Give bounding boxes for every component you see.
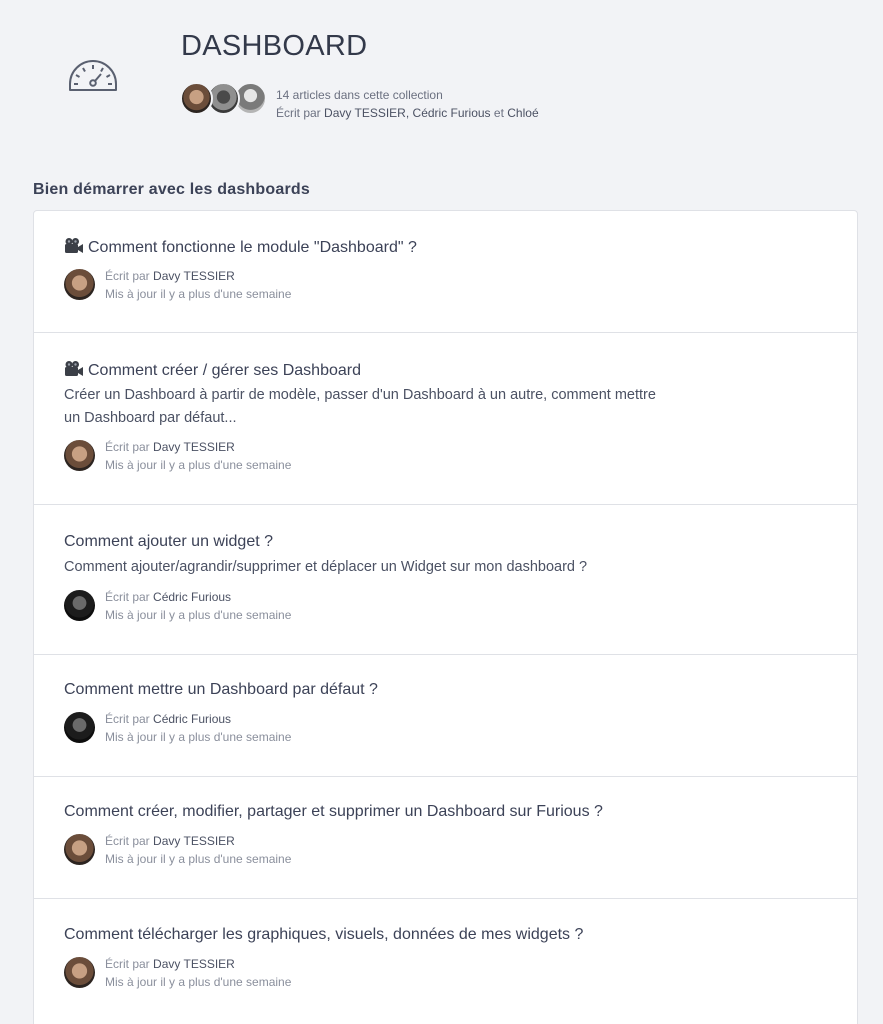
article-description: Créer un Dashboard à partir de modèle, p… (64, 387, 656, 426)
article-title[interactable]: Comment créer, modifier, partager et sup… (64, 803, 603, 821)
article-title[interactable]: Comment créer / gérer ses Dashboard (64, 360, 361, 380)
article-title[interactable]: Comment mettre un Dashboard par défaut ? (64, 681, 378, 699)
authors-avatars (180, 82, 272, 116)
avatar (64, 712, 95, 743)
article-author: Écrit par Cédric Furious Mis à jour il y… (64, 590, 464, 624)
article-description: Comment ajouter/agrandir/supprimer et dé… (64, 559, 588, 575)
article-item[interactable]: Comment ajouter un widget ? Comment ajou… (34, 505, 857, 655)
article-author: Écrit par Davy TESSIER Mis à jour il y a… (64, 957, 464, 991)
video-camera-icon (65, 238, 83, 253)
articles-count: 14 articles dans cette collection (276, 88, 443, 102)
video-camera-icon (65, 361, 83, 376)
article-author: Écrit par Davy TESSIER Mis à jour il y a… (64, 269, 464, 303)
avatar (64, 440, 95, 471)
updated-date: Mis à jour il y a plus d'une semaine (105, 975, 292, 989)
speedometer-icon (69, 60, 117, 91)
article-title[interactable]: Comment télécharger les graphiques, visu… (64, 926, 583, 944)
article-author: Écrit par Davy TESSIER Mis à jour il y a… (64, 834, 464, 868)
updated-date: Mis à jour il y a plus d'une semaine (105, 730, 292, 744)
collection-meta: 14 articles dans cette collection Écrit … (276, 86, 539, 122)
updated-date: Mis à jour il y a plus d'une semaine (105, 852, 292, 866)
updated-date: Mis à jour il y a plus d'une semaine (105, 458, 292, 472)
article-title[interactable]: Comment ajouter un widget ? (64, 533, 273, 551)
avatar (180, 82, 213, 115)
article-item[interactable]: Comment télécharger les graphiques, visu… (34, 899, 857, 1023)
article-author: Écrit par Davy TESSIER Mis à jour il y a… (64, 440, 464, 474)
avatar (64, 269, 95, 300)
avatar (64, 957, 95, 988)
article-item[interactable]: Comment créer, modifier, partager et sup… (34, 777, 857, 899)
article-item[interactable]: Comment créer / gérer ses Dashboard Crée… (34, 333, 857, 505)
avatar (64, 590, 95, 621)
collection-header: DASHBOARD 14 articles dans cette collect… (0, 0, 883, 175)
article-item[interactable]: Comment fonctionne le module "Dashboard"… (34, 211, 857, 333)
article-list: Comment fonctionne le module "Dashboard"… (33, 210, 858, 1024)
avatar (64, 834, 95, 865)
collection-authors: Écrit par Davy TESSIER, Cédric Furious e… (276, 106, 539, 120)
updated-date: Mis à jour il y a plus d'une semaine (105, 287, 292, 301)
article-author: Écrit par Cédric Furious Mis à jour il y… (64, 712, 464, 746)
article-title[interactable]: Comment fonctionne le module "Dashboard"… (64, 237, 417, 257)
page-title: DASHBOARD (181, 30, 368, 62)
section-title: Bien démarrer avec les dashboards (33, 181, 310, 198)
article-item[interactable]: Comment mettre un Dashboard par défaut ?… (34, 655, 857, 777)
updated-date: Mis à jour il y a plus d'une semaine (105, 608, 292, 622)
